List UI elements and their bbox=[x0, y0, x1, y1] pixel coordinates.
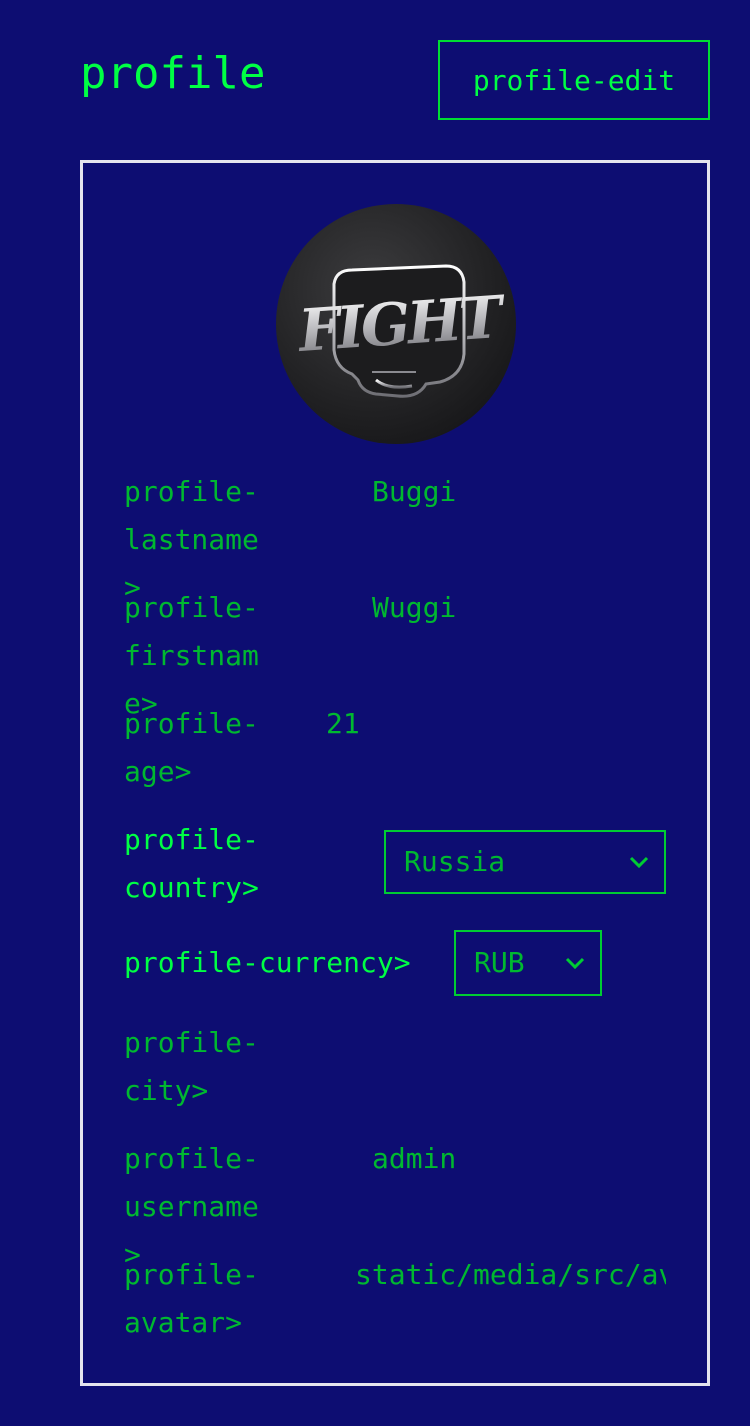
country-select-value: Russia bbox=[404, 845, 506, 878]
firstname-value: Wuggi bbox=[372, 591, 457, 624]
age-value: 21 bbox=[326, 707, 360, 740]
profile-edit-button[interactable]: profile-edit bbox=[438, 40, 710, 120]
city-label: profile- city> bbox=[124, 1026, 259, 1107]
currency-select-value: RUB bbox=[474, 946, 525, 979]
page-title: profile bbox=[80, 48, 266, 99]
country-select[interactable]: Russia bbox=[384, 830, 666, 894]
country-label: profile- country> bbox=[124, 823, 259, 904]
profile-card: FIGHT profile- lastname> Buggi profile- … bbox=[80, 160, 710, 1386]
avatar-value: static/media/src/avatar.jpg bbox=[355, 1258, 666, 1291]
chevron-down-icon bbox=[565, 957, 585, 970]
username-value: admin bbox=[372, 1142, 457, 1175]
fight-fist-image: FIGHT bbox=[294, 264, 508, 398]
chevron-down-icon bbox=[629, 856, 649, 869]
avatar-label: profile- avatar> bbox=[124, 1258, 259, 1339]
age-label: profile- age> bbox=[124, 707, 259, 788]
avatar: FIGHT bbox=[276, 204, 516, 444]
svg-text:FIGHT: FIGHT bbox=[294, 283, 508, 365]
currency-label: profile-currency> bbox=[124, 946, 411, 979]
currency-select[interactable]: RUB bbox=[454, 930, 602, 996]
lastname-value: Buggi bbox=[372, 475, 457, 508]
